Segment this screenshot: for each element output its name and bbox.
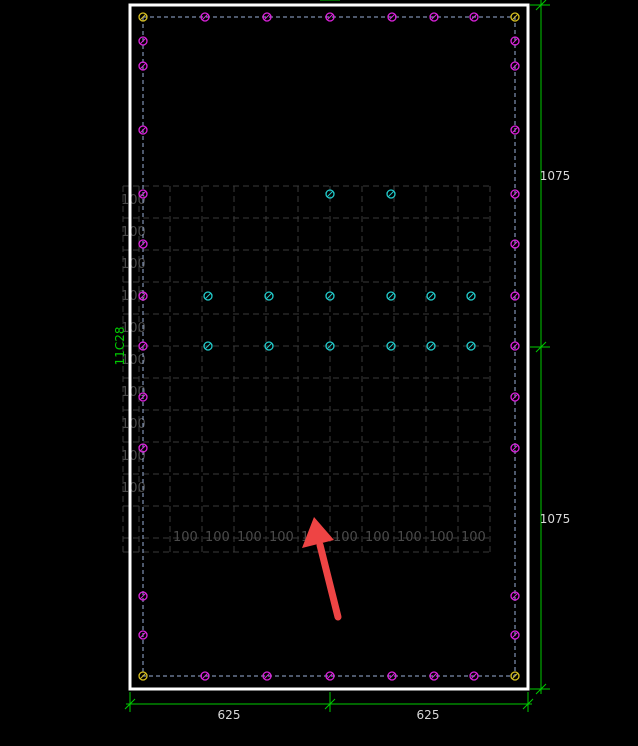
grid-col-label: 100 — [333, 530, 358, 545]
grid-row-label: 100 — [121, 257, 146, 272]
grid-row-label: 100 — [121, 417, 146, 432]
dim-right-lower: 1075 — [540, 512, 571, 526]
rebar-label: 11C28 — [113, 327, 127, 366]
dim-bottom-left: 625 — [218, 708, 241, 722]
rebar-icon — [510, 125, 520, 135]
grid-col-label: 100 — [269, 530, 294, 545]
grid-col-label: 100 — [461, 530, 486, 545]
grid-col-label: 100 — [429, 530, 454, 545]
drawing-canvas: 100 100 100 100 100 100 100 100 100 100 100 100 100 1… — [113, 0, 571, 722]
rebar-icon — [510, 671, 520, 681]
rebar-icon — [203, 291, 213, 301]
grid-labels: 100100100100100100100100100100100 100 100 1… — [121, 193, 486, 545]
rebar-icon — [426, 291, 436, 301]
dim-right-upper: 1075 — [540, 169, 571, 183]
grid-col-label: 100 — [365, 530, 390, 545]
grid-col-label: 100 — [173, 530, 198, 545]
rebar-icon — [386, 189, 396, 199]
background-grid — [122, 185, 491, 553]
grid-row-label: 100 — [121, 225, 146, 240]
grid-col-label: 100 — [237, 530, 262, 545]
grid-row-label: 100 — [121, 481, 146, 496]
grid-col-label: 100 — [397, 530, 422, 545]
grid-col-label: 100 — [205, 530, 230, 545]
rebar-icon — [469, 12, 479, 22]
dim-bottom-right: 625 — [417, 708, 440, 722]
rebar-icon — [138, 630, 148, 640]
rebar-icon — [466, 291, 476, 301]
